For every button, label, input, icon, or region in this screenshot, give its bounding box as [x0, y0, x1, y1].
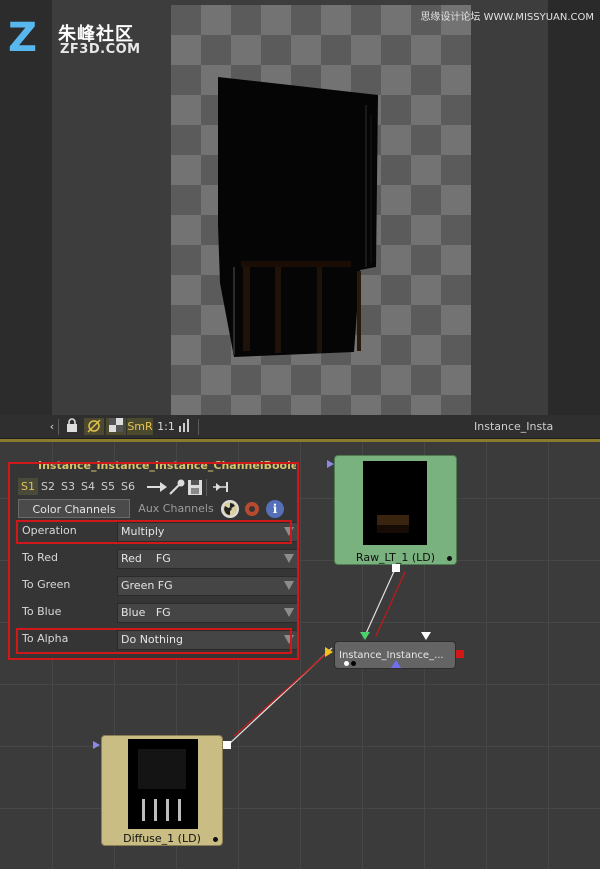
smr-button[interactable]: SmR: [127, 418, 153, 435]
tab-color-channels[interactable]: Color Channels: [18, 499, 130, 518]
pin-icon[interactable]: [168, 479, 186, 496]
node-thumbnail: [128, 739, 198, 829]
operation-dropdown[interactable]: Multiply: [117, 522, 299, 542]
to-red-label: To Red: [22, 551, 58, 564]
node-status-dot: [344, 661, 349, 666]
roi-icon[interactable]: [84, 418, 104, 435]
tab-s2[interactable]: S2: [38, 478, 58, 495]
output-port[interactable]: [456, 650, 464, 658]
info-icon[interactable]: i: [266, 500, 284, 518]
to-blue-value: Blue FG: [121, 606, 171, 619]
to-red-dropdown[interactable]: Red FG: [117, 549, 299, 569]
ratio-button[interactable]: 1:1: [157, 418, 175, 435]
tab-s1[interactable]: S1: [18, 478, 38, 495]
tab-s3[interactable]: S3: [58, 478, 78, 495]
raw-to-instance-highlight: [375, 571, 406, 637]
panel-title: Instance_Instance_Instance_ChannelBoolea: [38, 461, 296, 472]
logo-mark: Z: [8, 15, 38, 61]
to-alpha-label: To Alpha: [22, 632, 69, 645]
chevron-left-icon[interactable]: ‹: [48, 418, 56, 435]
to-green-row: To Green Green FG: [20, 575, 301, 597]
to-red-value: Red FG: [121, 552, 171, 565]
to-green-label: To Green: [22, 578, 71, 591]
chevron-down-icon: [284, 608, 294, 617]
gear-icon[interactable]: [243, 500, 261, 518]
mask-input-port[interactable]: [391, 660, 401, 668]
diffuse-to-instance-highlight: [233, 653, 327, 737]
to-blue-row: To Blue Blue FG: [20, 602, 301, 624]
radiation-icon[interactable]: [221, 500, 239, 518]
viewer-right-margin: [548, 0, 600, 415]
logo-domain-text: ZF3D.COM: [60, 42, 141, 57]
to-alpha-dropdown[interactable]: Do Nothing: [117, 630, 299, 650]
checker-toggle-icon[interactable]: [106, 418, 126, 435]
chevron-down-icon: [284, 554, 294, 563]
tab-s5[interactable]: S5: [98, 478, 118, 495]
input-arrow-icon: [327, 460, 334, 468]
input-arrow-icon: [93, 741, 100, 749]
chevron-down-icon: [284, 581, 294, 590]
to-alpha-row: To Alpha Do Nothing: [20, 629, 301, 651]
node-status-dot: [213, 837, 218, 842]
lock-icon[interactable]: [64, 418, 80, 435]
logo: Z 朱峰社区 ZF3D.COM: [8, 18, 178, 62]
node-label: Diffuse_1 (LD): [123, 832, 201, 845]
chevron-down-icon: [284, 527, 294, 536]
operation-value: Multiply: [121, 525, 165, 538]
toolbar-divider: [58, 419, 59, 435]
checkerboard-background: [171, 5, 471, 415]
viewer-name-label: Instance_Insta: [474, 420, 554, 433]
pick-arrow-icon[interactable]: [146, 480, 168, 495]
viewer-left-margin: [0, 0, 52, 415]
to-green-dropdown[interactable]: Green FG: [117, 576, 299, 596]
effect-mask-input-port[interactable]: [325, 647, 333, 657]
control-panel: Instance_Instance_Instance_ChannelBoolea…: [10, 461, 299, 659]
to-blue-label: To Blue: [22, 605, 62, 618]
node-status-dot: [447, 556, 452, 561]
chevron-down-icon: [284, 635, 294, 644]
levels-icon[interactable]: [176, 418, 192, 435]
to-green-value: Green FG: [121, 579, 173, 592]
save-icon[interactable]: [187, 479, 203, 496]
node-status-dot: [351, 661, 356, 666]
toolbar-divider: [198, 419, 199, 435]
tab-aux-channels[interactable]: Aux Channels: [132, 499, 220, 518]
image-viewer[interactable]: Z 朱峰社区 ZF3D.COM 思缘设计论坛 WWW.MISSYUAN.COM: [0, 0, 600, 415]
viewer-toolbar: ‹ SmR 1:1 Instance_Insta: [0, 415, 600, 439]
background-input-port[interactable]: [360, 632, 370, 640]
to-alpha-value: Do Nothing: [121, 633, 183, 646]
to-red-row: To Red Red FG: [20, 548, 301, 570]
toolbar-divider: [206, 479, 207, 496]
operation-row: Operation Multiply: [20, 521, 301, 543]
building-render: [218, 77, 378, 357]
node-thumbnail: [363, 461, 427, 545]
node-raw-lt[interactable]: Raw_LT_1 (LD): [334, 455, 457, 565]
foreground-input-port[interactable]: [421, 632, 431, 640]
watermark: 思缘设计论坛 WWW.MISSYUAN.COM: [420, 12, 594, 23]
output-port[interactable]: [223, 741, 231, 749]
operation-label: Operation: [22, 524, 77, 537]
node-diffuse[interactable]: Diffuse_1 (LD): [101, 735, 223, 846]
tab-s6[interactable]: S6: [118, 478, 138, 495]
output-port[interactable]: [392, 564, 400, 572]
tab-s4[interactable]: S4: [78, 478, 98, 495]
reset-arrow-icon[interactable]: [212, 480, 232, 495]
to-blue-dropdown[interactable]: Blue FG: [117, 603, 299, 623]
node-label: Raw_LT_1 (LD): [355, 551, 436, 564]
